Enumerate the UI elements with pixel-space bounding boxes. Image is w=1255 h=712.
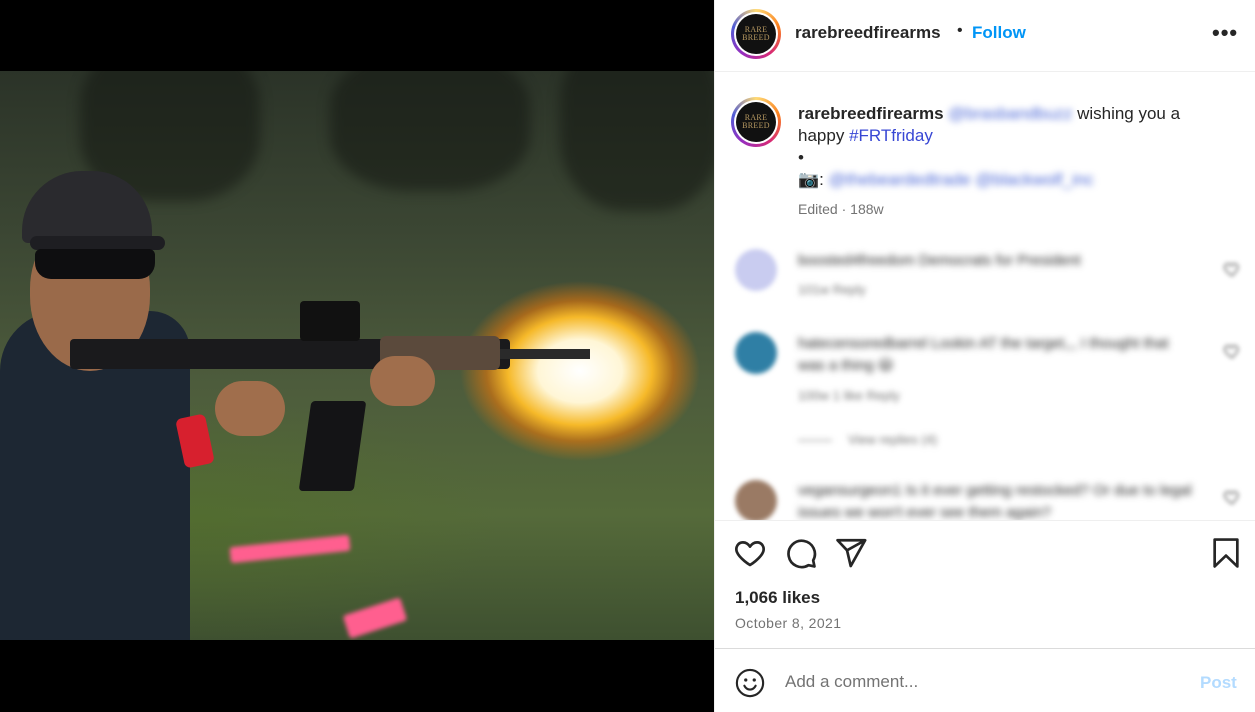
author-username[interactable]: rarebreedfirearms [795,23,941,43]
view-replies-label: View replies (4) [848,432,938,447]
bookmark-icon[interactable] [1209,536,1243,570]
comments-section[interactable]: RARE BREED rarebreedfirearms @brasbandbu… [715,73,1255,520]
comment-like-icon[interactable] [1223,488,1241,506]
rarebreed-logo: RARE BREED [736,14,776,54]
smiley-icon[interactable] [735,668,765,698]
sunglasses [35,249,155,279]
post-age[interactable]: 188w [850,201,883,217]
rifle-optic [300,301,360,341]
comment-text: vegansurgeon1 Is it ever getting restock… [798,482,1192,520]
follow-button[interactable]: Follow [972,23,1026,43]
meta-separator: · [841,201,847,217]
post-button[interactable]: Post [1200,673,1237,693]
comment-input[interactable] [785,667,1185,697]
shooter-hand [370,356,435,406]
cap-brim [30,236,165,250]
action-bar [715,520,1255,584]
post-date[interactable]: October 8, 2021 [735,615,841,631]
likes-count[interactable]: 1,066 likes [735,588,820,608]
more-options-icon[interactable]: ••• [1212,22,1238,44]
logo-text: BREED [742,33,770,42]
comment-like-icon[interactable] [1223,260,1241,278]
caption-hashtag[interactable]: #FRTfriday [849,126,933,145]
background-tree [560,71,714,211]
comment-meta[interactable]: 101w Reply [798,282,866,297]
comment-like-icon[interactable] [1223,342,1241,360]
post-photo[interactable] [0,71,714,640]
rarebreed-logo: RARE BREED [736,102,776,142]
edited-label: Edited [798,201,838,217]
background-tree [330,71,530,191]
caption-mention[interactable]: @brasbandbuzz [948,104,1072,123]
logo-text: BREED [742,121,770,130]
comment-text: boosted4freedom Democrats for President [798,252,1081,269]
separator-dot: • [957,22,963,39]
camera-icon: 📷: [798,170,824,189]
comment-icon[interactable] [784,536,818,570]
rifle-barrel [500,349,590,359]
commenter-avatar[interactable] [735,249,777,291]
post-caption: rarebreedfirearms @brasbandbuzz wishing … [798,103,1228,191]
view-replies-button[interactable]: View replies (4) [798,432,937,447]
commenter-avatar[interactable] [735,480,777,520]
caption-avatar[interactable]: RARE BREED [731,97,781,147]
author-avatar[interactable]: RARE BREED [731,9,781,59]
comment-composer: Post [715,648,1255,712]
post-media[interactable] [0,0,714,712]
caption-meta: Edited · 188w [798,201,884,217]
commenter-avatar[interactable] [735,332,777,374]
photo-credit-mentions[interactable]: @thebeardedtrade @blackwolf_inc [829,170,1094,189]
shooter-hand [215,381,285,436]
rifle-magazine [298,401,367,491]
replies-divider [798,440,832,442]
heart-icon[interactable] [733,536,767,570]
caption-bullet: • [798,148,804,167]
comment-meta[interactable]: 100w 1 like Reply [798,388,900,403]
pink-ribbon [342,597,408,639]
pink-ribbon [229,534,351,564]
caption-username[interactable]: rarebreedfirearms [798,104,944,123]
post-sidebar: RARE BREED rarebreedfirearms • Follow ••… [714,0,1255,712]
comment-text: hatecensoredbarrel Lookin AT the target,… [798,335,1169,374]
post-header: RARE BREED rarebreedfirearms • Follow ••… [715,0,1255,72]
share-icon[interactable] [834,536,868,570]
